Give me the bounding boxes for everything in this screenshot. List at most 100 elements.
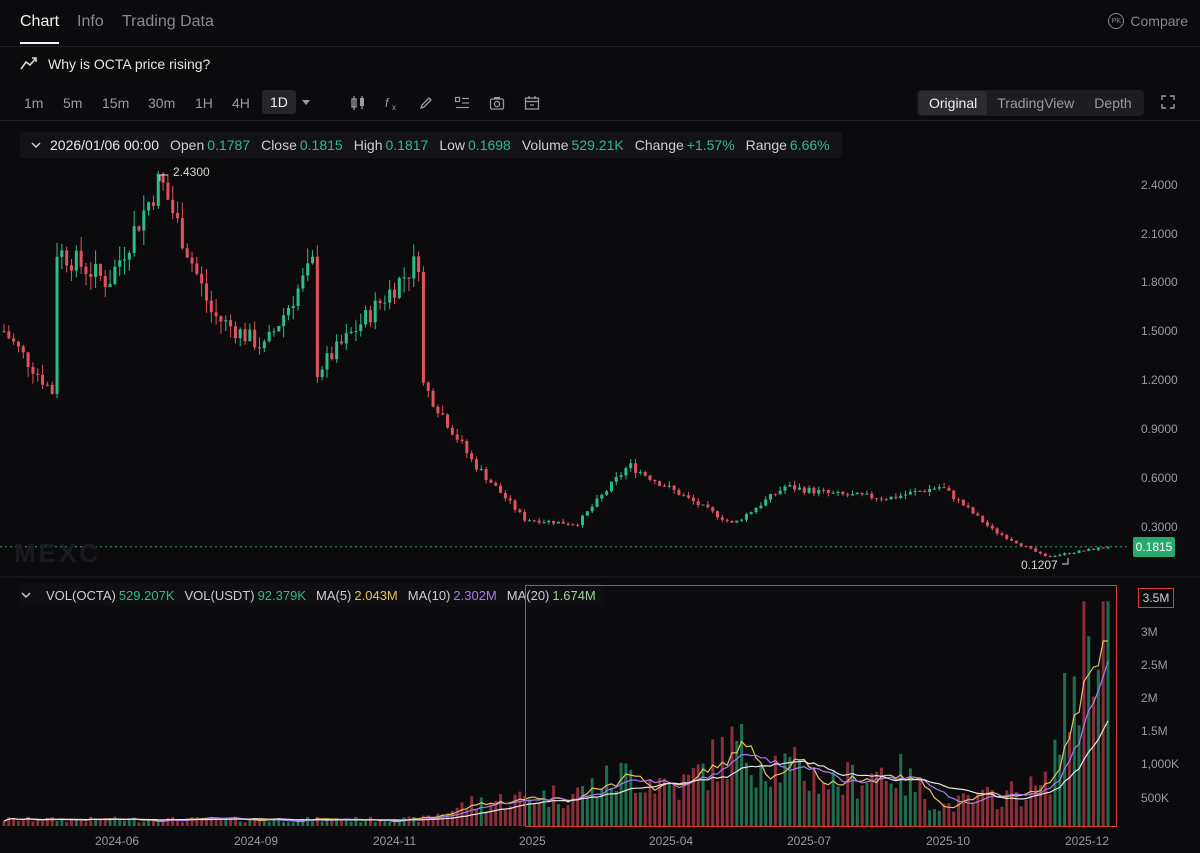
chevron-down-icon[interactable]: [20, 589, 32, 601]
camera-icon[interactable]: [489, 95, 505, 111]
candle-body: [826, 490, 830, 493]
volume-bar: [855, 798, 859, 826]
list-icon[interactable]: [454, 95, 470, 111]
candle-body: [262, 341, 266, 349]
candle-body: [94, 263, 98, 277]
view-original[interactable]: Original: [919, 91, 988, 115]
volume-bar: [1106, 601, 1110, 826]
timeframe-15m[interactable]: 15m: [102, 95, 129, 111]
candle-body: [108, 283, 112, 288]
candle-body: [634, 463, 638, 473]
timeframe-5m[interactable]: 5m: [63, 95, 82, 111]
ma5-label: MA(5): [316, 587, 352, 603]
candle-body: [74, 250, 78, 271]
price-chart[interactable]: [0, 122, 1200, 853]
compare-label: Compare: [1130, 13, 1188, 29]
candle-body: [84, 266, 88, 274]
current-price-tag: 0.1815: [1133, 537, 1175, 557]
volume-bar: [349, 821, 353, 826]
ma20-line: [3, 720, 1109, 822]
candle-body: [407, 277, 411, 279]
timeframe-30m[interactable]: 30m: [148, 95, 175, 111]
view-tradingview[interactable]: TradingView: [987, 91, 1084, 115]
candle-body: [118, 260, 122, 267]
volume-bar: [812, 767, 816, 826]
volume-bar: [817, 793, 821, 826]
calendar-icon[interactable]: [524, 95, 540, 111]
timeframe-1h[interactable]: 1H: [195, 95, 213, 111]
candle-body: [527, 520, 531, 522]
volume-bar: [841, 794, 845, 826]
volume-bar: [735, 740, 739, 826]
candle-body: [995, 528, 999, 534]
vol-octa-value: 529.207K: [118, 587, 175, 603]
tab-trading-data[interactable]: Trading Data: [122, 13, 214, 31]
chevron-down-icon[interactable]: [30, 139, 42, 151]
candle-body: [209, 300, 213, 313]
candle-type-icon[interactable]: [350, 95, 366, 111]
fullscreen-icon[interactable]: [1161, 95, 1175, 109]
candle-body: [176, 213, 180, 219]
candle-body: [711, 507, 715, 512]
volume-bar: [180, 822, 184, 826]
compare-button[interactable]: PK Compare: [1108, 13, 1188, 29]
volume-bar: [311, 821, 315, 826]
candle-body: [1014, 540, 1018, 544]
volume-bar: [113, 816, 117, 826]
candle-body: [417, 256, 421, 272]
candle-body: [1000, 533, 1004, 536]
volume-legend: VOL(OCTA) 529.207K VOL(USDT) 92.379K MA(5)…: [20, 583, 604, 607]
chevron-down-icon[interactable]: [300, 96, 312, 108]
candle-body: [1043, 553, 1047, 557]
candle-body: [942, 487, 946, 489]
tab-info[interactable]: Info: [77, 13, 104, 31]
volume-bar: [561, 808, 565, 826]
volume-bar: [335, 820, 339, 826]
timeframe-1m[interactable]: 1m: [24, 95, 43, 111]
candle-body: [981, 515, 985, 523]
change-label: Change: [634, 137, 684, 153]
candle-body: [1087, 548, 1091, 551]
volume-bar: [918, 778, 922, 826]
candle-body: [243, 329, 247, 342]
volume-bar: [248, 820, 252, 826]
open-label: Open: [170, 137, 205, 153]
candle-body: [957, 499, 961, 501]
candle-body: [60, 250, 64, 257]
why-rising-link[interactable]: Why is OCTA price rising?: [20, 56, 210, 72]
volume-bar: [79, 819, 83, 826]
volume-bar: [315, 816, 319, 826]
candle-body: [797, 487, 801, 490]
volume-bar: [836, 786, 840, 826]
price-tick: 2.1000: [1141, 227, 1178, 241]
indicator-fx-icon[interactable]: fx: [384, 95, 400, 111]
candle-body: [171, 199, 175, 214]
min-marker-arrow: [1062, 558, 1069, 565]
timeframe-4h[interactable]: 4H: [232, 95, 250, 111]
draw-pen-icon[interactable]: [418, 95, 434, 111]
candle-body: [783, 486, 787, 491]
candle-body: [50, 384, 54, 394]
candle-body: [547, 520, 551, 523]
volume-bar: [807, 790, 811, 826]
volume-bar: [1000, 806, 1004, 826]
candle-body: [41, 374, 45, 385]
view-depth[interactable]: Depth: [1084, 91, 1141, 115]
volume-bar: [55, 821, 59, 826]
timeframe-1d[interactable]: 1D: [262, 90, 296, 114]
volume-tick: 3M: [1141, 625, 1158, 639]
candle-body: [325, 353, 329, 370]
ma5-value: 2.043M: [354, 587, 398, 603]
candle-body: [474, 459, 478, 470]
candle-body: [335, 341, 339, 360]
candle-body: [1029, 546, 1033, 549]
candle-body: [383, 302, 387, 304]
candle-body: [672, 485, 676, 490]
volume-bar: [778, 782, 782, 826]
candle-body: [503, 492, 507, 499]
candle-body: [450, 427, 454, 435]
candle-body: [961, 499, 965, 506]
volume-bar: [677, 799, 681, 826]
candle-body: [229, 320, 233, 327]
tab-chart[interactable]: Chart: [20, 13, 59, 31]
